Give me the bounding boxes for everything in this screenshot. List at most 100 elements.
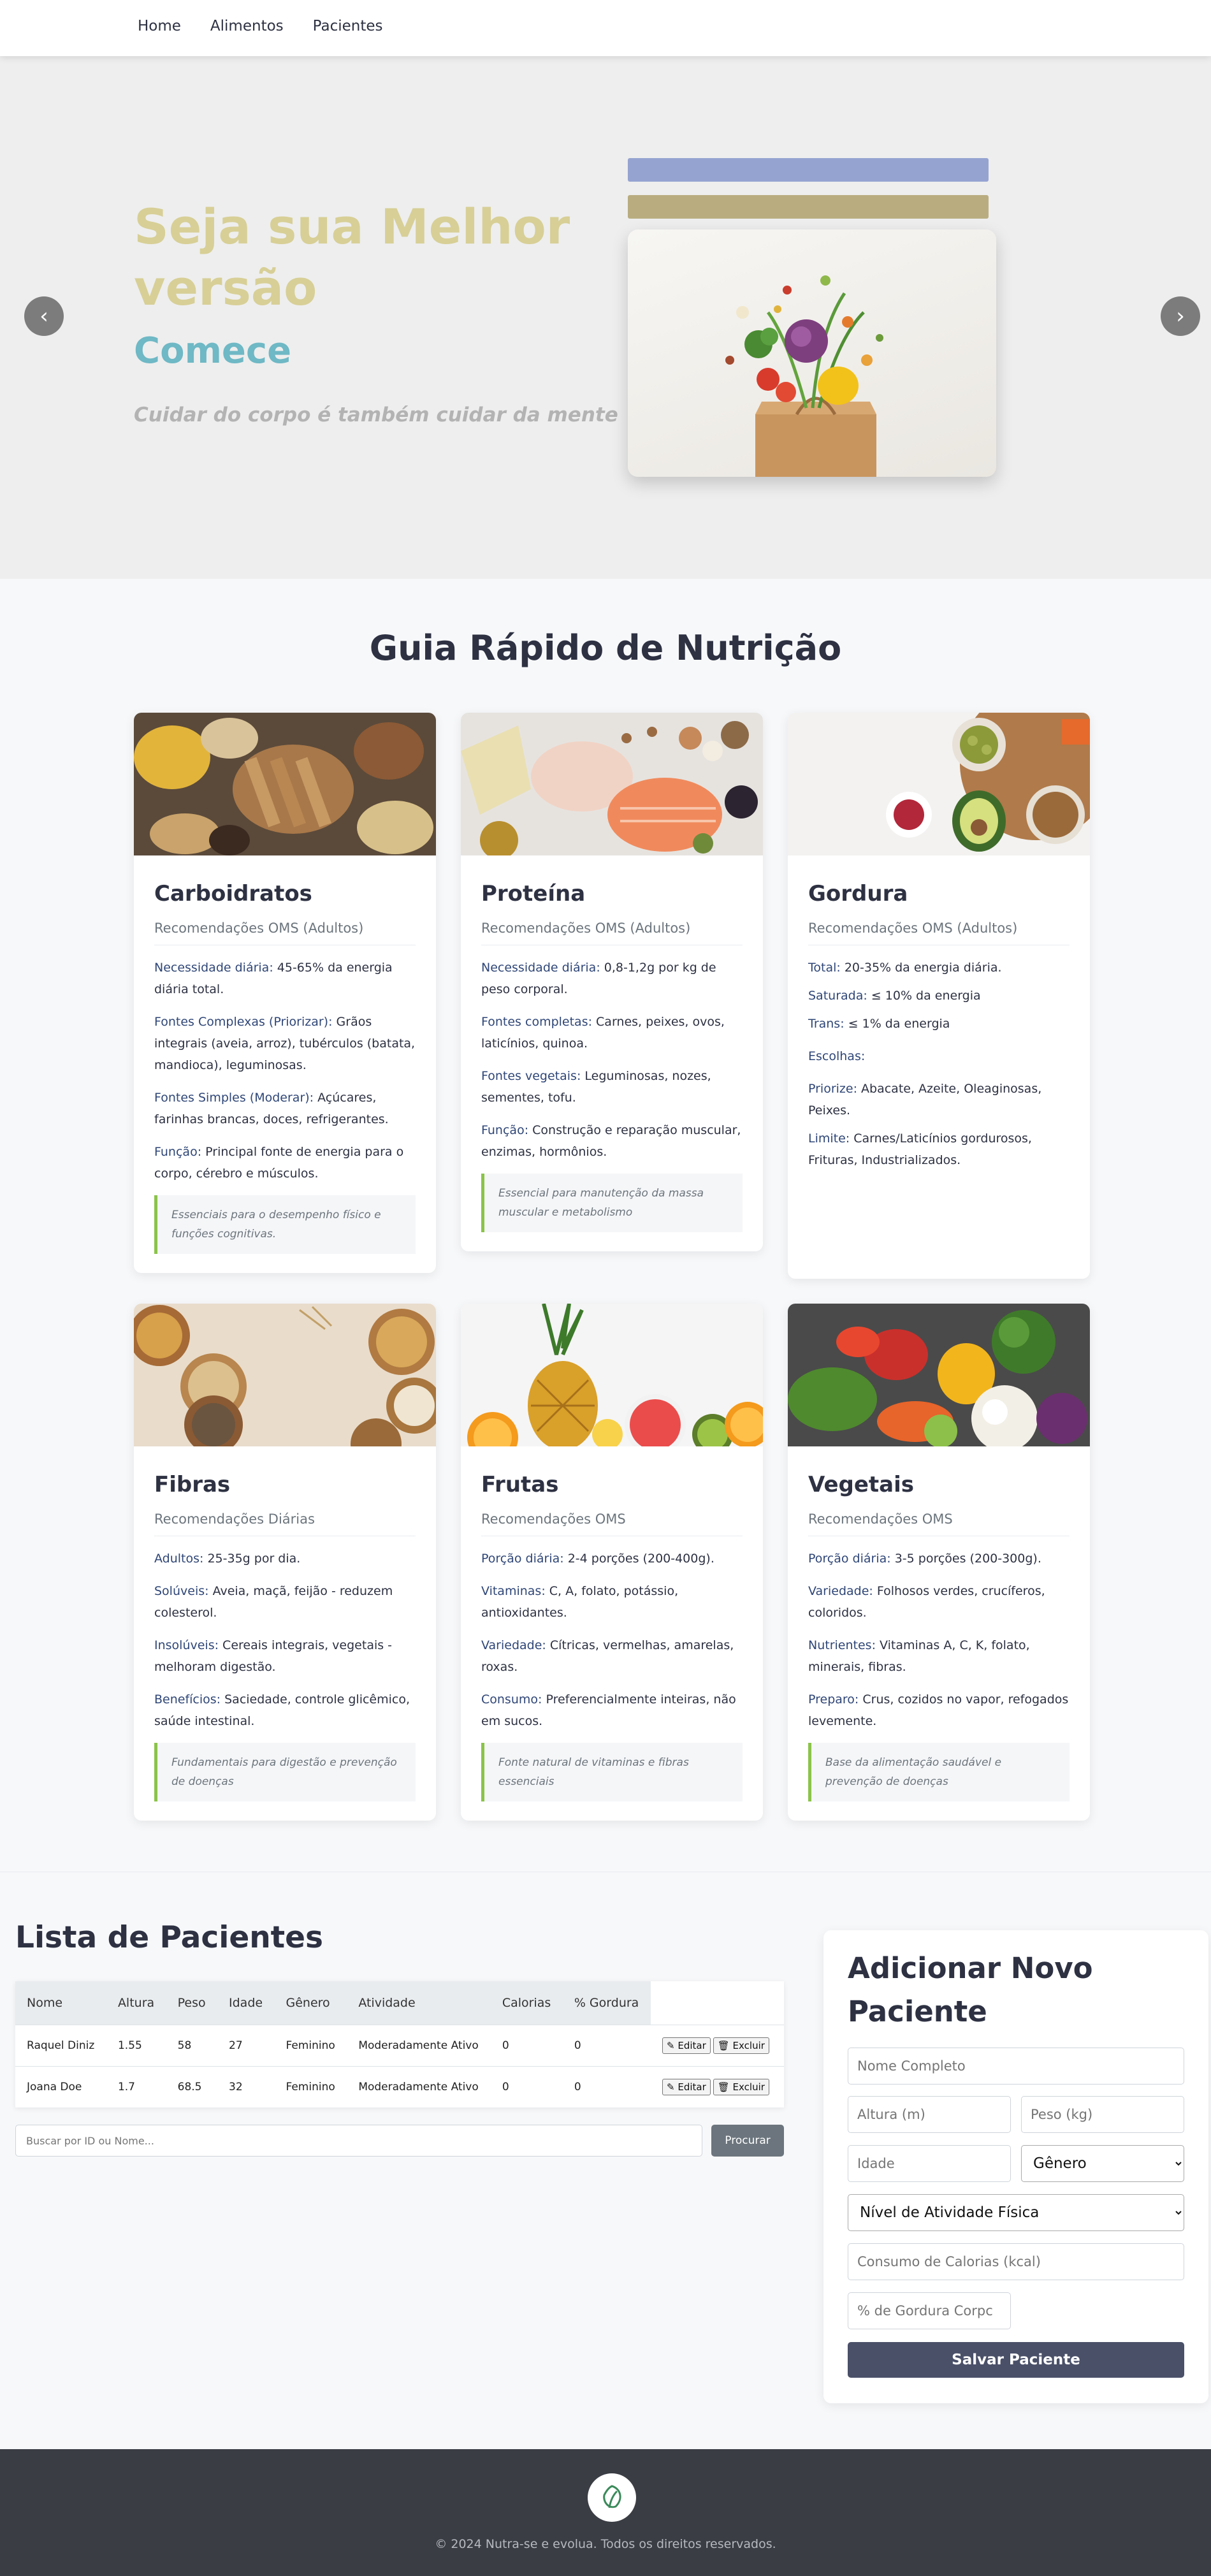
chevron-left-icon: ‹ xyxy=(40,303,48,329)
calories-input[interactable] xyxy=(848,2243,1184,2280)
card-line-label: Nutrientes: xyxy=(808,1638,876,1652)
height-input[interactable] xyxy=(848,2096,1011,2133)
card-line-label: Saturada: xyxy=(808,989,867,1003)
nav-link-pacientes[interactable]: Pacientes xyxy=(313,18,383,34)
card-line-text: 2-4 porções (200-400g). xyxy=(563,1552,714,1566)
nav-link-home[interactable]: Home xyxy=(138,18,181,34)
card-line: Benefícios: Saciedade, controle glicêmic… xyxy=(154,1689,416,1732)
column-header-genero: Gênero xyxy=(274,1981,347,2025)
nutrition-card-vegetais: Vegetais Recomendações OMS Porção diária… xyxy=(788,1304,1090,1821)
cell-calorias: 0 xyxy=(490,2065,563,2107)
top-navbar: Home Alimentos Pacientes xyxy=(0,0,1211,56)
card-line-label: Fontes completas: xyxy=(481,1015,592,1029)
table-row: Joana Doe 1.7 68.5 32 Feminino Moderadam… xyxy=(15,2065,784,2107)
add-patient-title: Adicionar Novo Paciente xyxy=(848,1951,1093,2028)
carousel-prev-button[interactable]: ‹ xyxy=(24,296,64,336)
card-line: Necessidade diária: 45-65% da energia di… xyxy=(154,957,416,1000)
card-line: Saturada: ≤ 10% da energia xyxy=(808,985,1070,1007)
column-header-atividade: Atividade xyxy=(347,1981,491,2025)
card-line-text: 25-35g por dia. xyxy=(203,1552,301,1566)
weight-input[interactable] xyxy=(1021,2096,1184,2133)
edit-button[interactable]: ✎ Editar xyxy=(662,2037,711,2054)
column-header-idade: Idade xyxy=(217,1981,275,2025)
card-line: Vitaminas: C, A, folato, potássio, antio… xyxy=(481,1580,743,1624)
patient-search-input[interactable] xyxy=(15,2125,702,2157)
body-fat-input[interactable] xyxy=(848,2292,1011,2329)
card-note: Essenciais para o desempenho físico e fu… xyxy=(154,1195,416,1254)
carousel-next-button[interactable]: › xyxy=(1161,296,1200,336)
leaf-logo-icon xyxy=(588,2473,636,2522)
hero-tagline: Cuidar do corpo é também cuidar da mente xyxy=(134,404,618,426)
card-line-label: Fontes vegetais: xyxy=(481,1069,581,1083)
cell-gordura: 0 xyxy=(562,2024,651,2066)
card-line: Fontes completas: Carnes, peixes, ovos, … xyxy=(481,1011,743,1054)
hero-carousel: Seja sua Melhor versão Comece Cuidar do … xyxy=(0,56,1211,579)
activity-level-select[interactable]: Nível de Atividade Física xyxy=(848,2194,1184,2231)
card-subtitle: Recomendações OMS (Adultos) xyxy=(154,921,416,945)
card-line: Fontes vegetais: Leguminosas, nozes, sem… xyxy=(481,1065,743,1109)
fiber-image xyxy=(134,1304,436,1446)
card-line: Nutrientes: Vitaminas A, C, K, folato, m… xyxy=(808,1634,1070,1678)
age-input[interactable] xyxy=(848,2145,1011,2182)
card-subtitle: Recomendações OMS xyxy=(481,1511,743,1536)
patients-list-title: Lista de Pacientes xyxy=(15,1920,323,1955)
card-line-label: Função: xyxy=(154,1145,202,1159)
card-line: Escolhas: xyxy=(808,1045,1070,1067)
card-line-label: Solúveis: xyxy=(154,1584,209,1598)
nutrition-card-frutas: Frutas Recomendações OMS Porção diária: … xyxy=(461,1304,763,1821)
card-line-text: ≤ 10% da energia xyxy=(867,989,981,1003)
card-line-label: Consumo: xyxy=(481,1692,542,1706)
cell-actions: ✎ Editar 🗑 Excluir xyxy=(651,2065,784,2107)
full-name-input[interactable] xyxy=(848,2048,1184,2085)
card-line: Trans: ≤ 1% da energia xyxy=(808,1013,1070,1035)
card-line-label: Porção diária: xyxy=(481,1552,564,1566)
nav-link-alimentos[interactable]: Alimentos xyxy=(210,18,284,34)
vegetables-bag-illustration xyxy=(725,275,883,477)
nutrition-card-carboidratos: Carboidratos Recomendações OMS (Adultos)… xyxy=(134,713,436,1273)
card-line: Adultos: 25-35g por dia. xyxy=(154,1548,416,1569)
card-title: Frutas xyxy=(481,1472,559,1497)
card-line-label: Fontes Simples (Moderar): xyxy=(154,1091,314,1105)
card-subtitle: Recomendações OMS (Adultos) xyxy=(481,921,743,945)
cell-peso: 68.5 xyxy=(166,2065,218,2107)
protein-image xyxy=(461,713,763,855)
card-line: Variedade: Cítricas, vermelhas, amarelas… xyxy=(481,1634,743,1678)
protein-foods-illustration xyxy=(461,713,763,855)
card-line: Solúveis: Aveia, maçã, feijão - reduzem … xyxy=(154,1580,416,1624)
card-line: Necessidade diária: 0,8-1,2g por kg de p… xyxy=(481,957,743,1000)
delete-button[interactable]: 🗑 Excluir xyxy=(713,2037,769,2054)
cell-atividade: Moderadamente Ativo xyxy=(347,2024,491,2066)
card-line-label: Variedade: xyxy=(481,1638,546,1652)
card-subtitle: Recomendações OMS (Adultos) xyxy=(808,921,1070,945)
save-patient-button[interactable]: Salvar Paciente xyxy=(848,2342,1184,2378)
card-line-label: Benefícios: xyxy=(154,1692,221,1706)
cell-altura: 1.7 xyxy=(106,2065,166,2107)
card-line-label: Priorize: xyxy=(808,1082,857,1096)
table-row: Raquel Diniz 1.55 58 27 Feminino Moderad… xyxy=(15,2024,784,2066)
card-line-label: Insolúveis: xyxy=(154,1638,219,1652)
card-subtitle: Recomendações OMS xyxy=(808,1511,1070,1536)
search-button[interactable]: Procurar xyxy=(711,2125,784,2157)
cell-altura: 1.55 xyxy=(106,2024,166,2066)
card-title: Proteína xyxy=(481,881,586,906)
nutrition-card-proteina: Proteína Recomendações OMS (Adultos) Nec… xyxy=(461,713,763,1251)
delete-button[interactable]: 🗑 Excluir xyxy=(713,2078,769,2095)
card-line: Função: Principal fonte de energia para … xyxy=(154,1141,416,1184)
card-line-label: Trans: xyxy=(808,1017,845,1031)
card-note: Base da alimentação saudável e prevenção… xyxy=(808,1743,1070,1801)
cell-calorias: 0 xyxy=(490,2024,563,2066)
cell-genero: Feminino xyxy=(274,2024,347,2066)
cell-actions: ✎ Editar 🗑 Excluir xyxy=(651,2024,784,2066)
nutrition-card-fibras: Fibras Recomendações Diárias Adultos: 25… xyxy=(134,1304,436,1821)
column-header-gordura: % Gordura xyxy=(562,1981,651,2025)
card-line-label: Porção diária: xyxy=(808,1552,891,1566)
hero-subtitle: Comece xyxy=(134,330,292,372)
vegetables-image xyxy=(788,1304,1090,1446)
edit-button[interactable]: ✎ Editar xyxy=(662,2078,711,2095)
card-line: Preparo: Crus, cozidos no vapor, refogad… xyxy=(808,1689,1070,1732)
card-title: Gordura xyxy=(808,881,908,906)
column-header-nome: Nome xyxy=(15,1981,106,2025)
healthy-fats-illustration xyxy=(788,713,1090,855)
cell-nome: Raquel Diniz xyxy=(15,2024,106,2066)
gender-select[interactable]: Gênero xyxy=(1021,2145,1184,2182)
